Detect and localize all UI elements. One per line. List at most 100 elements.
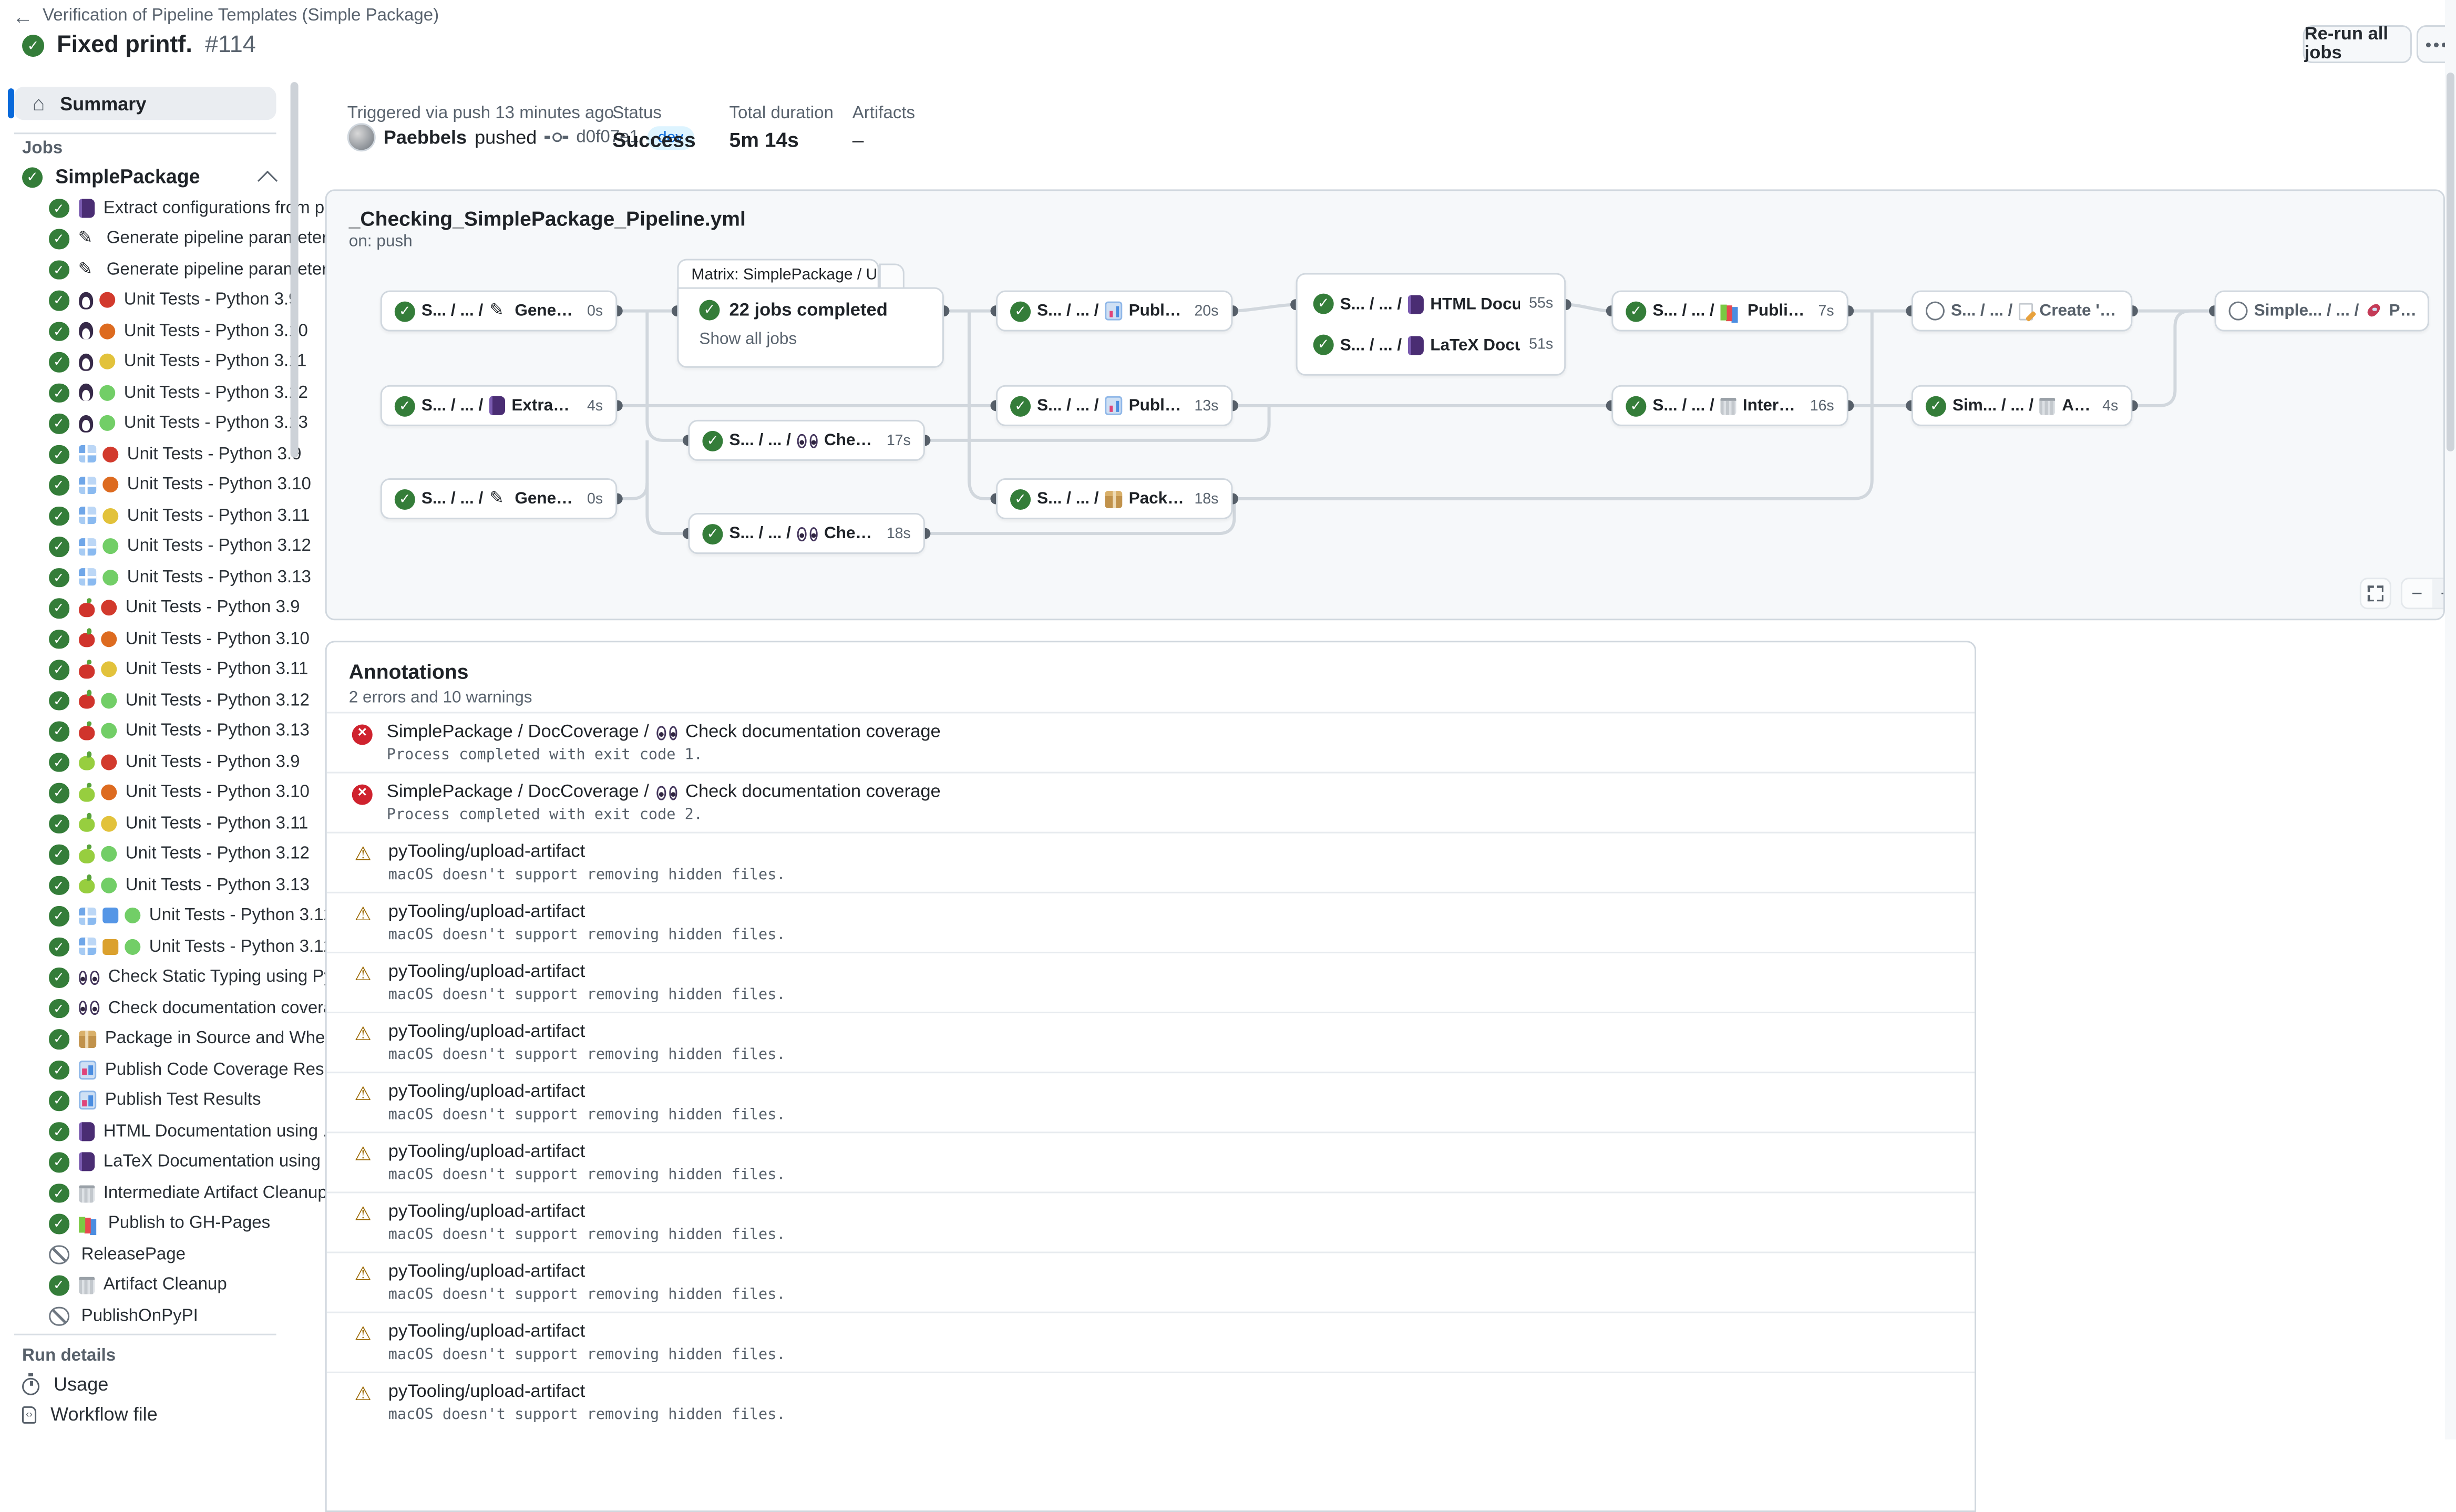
matrix-tab[interactable]: Matrix: SimplePackage / UnitTest... [677, 259, 879, 289]
back-link[interactable]: ← Verification of Pipeline Templates (Si… [13, 6, 439, 25]
eyes-icon [657, 725, 677, 739]
annotation-row[interactable]: pyTooling/upload-artifactmacOS doesn't s… [327, 1252, 1975, 1312]
job-label: Check documentation covera... [108, 999, 347, 1017]
sidebar-item-job[interactable]: Unit Tests - Python 3.10 [0, 777, 289, 808]
graph-node[interactable]: S... / ... /Generate pipelin...0s [381, 478, 617, 519]
avatar[interactable] [347, 123, 376, 151]
page-scrollbar[interactable] [2447, 73, 2454, 451]
sidebar-item-job[interactable]: Unit Tests - Python 3.13 [0, 870, 289, 901]
annotation-row[interactable]: pyTooling/upload-artifactmacOS doesn't s… [327, 1372, 1975, 1432]
sidebar-item-job[interactable]: LaTeX Documentation using ... [0, 1147, 289, 1178]
graph-node[interactable]: Simple... / ... /Publish to PyPI [2215, 291, 2429, 332]
matrix-node[interactable]: 22 jobs completed Show all jobs [677, 287, 944, 368]
sidebar-item-job[interactable]: Unit Tests - Python 3.11 [0, 808, 289, 839]
sidebar-item-job[interactable]: Publish Test Results [0, 1085, 289, 1116]
graph-node[interactable]: S... / ... /LaTeX Docume...51s [1313, 335, 1553, 355]
sidebar-item-job[interactable]: Publish Code Coverage Results [0, 1054, 289, 1085]
sidebar-item-job[interactable]: Unit Tests - Python 3.9 [0, 285, 289, 316]
sidebar-item-summary[interactable]: Summary [14, 87, 276, 120]
sidebar-item-job[interactable]: Generate pipeline parameters [0, 223, 289, 254]
graph-node[interactable]: S... / ... /Package in Sou...18s [996, 478, 1232, 519]
docs-group-node: S... / ... /HTML Docume...55s S... / ... … [1296, 273, 1566, 376]
graph-node[interactable]: S... / ... /Publish Code C...20s [996, 291, 1232, 332]
graph-node[interactable]: S... / ... /Intermediate A...16s [1611, 385, 1848, 426]
sidebar-item-job[interactable]: Unit Tests - Python 3.12 [0, 685, 289, 716]
sidebar-group-simplepackage[interactable]: SimplePackage [22, 166, 275, 188]
annotation-row[interactable]: pyTooling/upload-artifactmacOS doesn't s… [327, 892, 1975, 952]
graph-node[interactable]: S... / ... /Publish to GH-P...7s [1611, 291, 1848, 332]
penguin-icon [78, 322, 93, 340]
graph-node[interactable]: Sim... / ... /Artifact Cleanup4s [1912, 385, 2132, 426]
workflow-file-name: _Checking_SimplePackage_Pipeline.yml [349, 207, 746, 230]
graph-node[interactable]: S... / ... /Extract configur...4s [381, 385, 617, 426]
annotation-message: macOS doesn't support removing hidden fi… [388, 1287, 786, 1304]
annotation-row[interactable]: pyTooling/upload-artifactmacOS doesn't s… [327, 1132, 1975, 1191]
sidebar-item-job[interactable]: Publish to GH-Pages [0, 1208, 289, 1239]
show-all-jobs-link[interactable]: Show all jobs [699, 330, 797, 349]
sidebar-item-job[interactable]: Unit Tests - Python 3.10 [0, 623, 289, 654]
success-check-icon [49, 1122, 69, 1141]
dot-red-icon [100, 754, 116, 770]
sidebar-item-job[interactable]: Unit Tests - Python 3.11 [0, 654, 289, 685]
annotation-row[interactable]: pyTooling/upload-artifactmacOS doesn't s… [327, 1312, 1975, 1372]
graph-node[interactable]: S... / ... /HTML Docume...55s [1313, 294, 1553, 314]
graph-node[interactable]: S... / ... /Generate pipelin...0s [381, 291, 617, 332]
sidebar-item-job[interactable]: HTML Documentation using ... [0, 1116, 289, 1147]
sidebar-item-job[interactable]: Unit Tests - Python 3.11 [0, 500, 289, 531]
annotation-row[interactable]: pyTooling/upload-artifactmacOS doesn't s… [327, 952, 1975, 1012]
sidebar-item-job[interactable]: Unit Tests - Python 3.13 [0, 562, 289, 593]
sidebar-item-job[interactable]: Intermediate Artifact Cleanup [0, 1177, 289, 1208]
sidebar-item-job[interactable]: Unit Tests - Python 3.9 [0, 593, 289, 624]
success-check-icon [1010, 488, 1031, 509]
rerun-all-jobs-button[interactable]: Re-run all jobs [2303, 25, 2412, 63]
job-label: Unit Tests - Python 3.10 [126, 783, 310, 802]
annotation-row[interactable]: pyTooling/upload-artifactmacOS doesn't s… [327, 1012, 1975, 1072]
sidebar-item-job[interactable]: Check Static Typing using Pyt... [0, 962, 289, 993]
sidebar-item-job[interactable]: Unit Tests - Python 3.9 [0, 747, 289, 778]
sidebar-item-job[interactable]: Unit Tests - Python 3.11 [0, 346, 289, 377]
annotation-row[interactable]: pyTooling/upload-artifactmacOS doesn't s… [327, 832, 1975, 892]
sidebar-item-job[interactable]: Artifact Cleanup [0, 1270, 289, 1301]
annotation-row[interactable]: SimplePackage / DocCoverage /Check docum… [327, 772, 1975, 832]
success-check-icon [49, 1213, 69, 1233]
annotation-title: pyTooling/upload-artifact [388, 1143, 786, 1161]
sidebar-item-job[interactable]: Unit Tests - Python 3.10 [0, 469, 289, 500]
node-label: Check Static Ty... [824, 431, 877, 450]
annotation-row[interactable]: pyTooling/upload-artifactmacOS doesn't s… [327, 1191, 1975, 1251]
zoom-in-button[interactable]: + [2431, 579, 2445, 608]
annotation-row[interactable]: pyTooling/upload-artifactmacOS doesn't s… [327, 1072, 1975, 1132]
graph-node[interactable]: S... / ... /Check docume...18s [688, 513, 924, 554]
sidebar-item-job[interactable]: Package in Source and Wheel... [0, 1024, 289, 1055]
sidebar-scrollbar[interactable] [291, 82, 299, 458]
sidebar-item-job[interactable]: Unit Tests - Python 3.13 [0, 408, 289, 439]
graph-node[interactable]: S... / ... /Check Static Ty...17s [688, 420, 924, 461]
workflow-trigger: on: push [349, 232, 413, 251]
sidebar-item-job[interactable]: Extract configurations from p... [0, 192, 289, 223]
sidebar-item-job[interactable]: PublishOnPyPI [0, 1301, 289, 1332]
pencil-icon [489, 489, 508, 508]
eyes-icon [78, 1001, 99, 1015]
graph-node[interactable]: S... / ... /Create 'Release Pa... [1912, 291, 2132, 332]
sidebar-item-job[interactable]: Unit Tests - Python 3.12 [0, 377, 289, 408]
dot-yellow-icon [100, 662, 116, 677]
sidebar-item-job[interactable]: Generate pipeline parameters [0, 254, 289, 285]
sidebar-item-job[interactable]: Unit Tests - Python 3.12 [0, 531, 289, 562]
apple-red-icon [78, 664, 94, 678]
sidebar-item-workflow-file[interactable]: Workflow file [22, 1403, 158, 1425]
sidebar-item-job[interactable]: ReleasePage [0, 1239, 289, 1270]
graph-node[interactable]: S... / ... /Publish Test Re...13s [996, 385, 1232, 426]
dot-yellow-icon [99, 354, 115, 369]
sidebar-item-job[interactable]: Check documentation covera... [0, 993, 289, 1024]
sidebar-item-job[interactable]: Unit Tests - Python 3.12 [0, 900, 289, 931]
actor-name[interactable]: Paebbels [384, 126, 467, 148]
sidebar-item-usage[interactable]: Usage [22, 1373, 108, 1395]
fullscreen-button[interactable] [2360, 578, 2391, 609]
sidebar-item-job[interactable]: Unit Tests - Python 3.13 [0, 716, 289, 747]
zoom-out-button[interactable]: − [2402, 579, 2432, 608]
sidebar-item-job[interactable]: Unit Tests - Python 3.10 [0, 316, 289, 347]
sidebar-item-job[interactable]: Unit Tests - Python 3.12 [0, 931, 289, 962]
annotation-row[interactable]: SimplePackage / DocCoverage /Check docum… [327, 712, 1975, 772]
sidebar-item-job[interactable]: Unit Tests - Python 3.12 [0, 839, 289, 870]
sidebar-item-job[interactable]: Unit Tests - Python 3.9 [0, 439, 289, 470]
dot-red-icon [100, 600, 116, 616]
